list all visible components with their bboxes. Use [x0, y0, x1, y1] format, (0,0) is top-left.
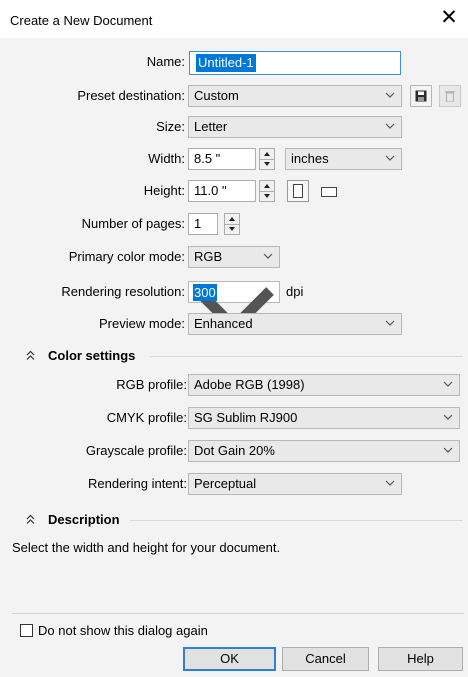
rendering-intent-select[interactable]: Perceptual	[188, 473, 402, 495]
chevron-down-icon	[385, 480, 395, 486]
rendering-intent-value: Perceptual	[194, 476, 257, 491]
cmyk-profile-label: CMYK profile:	[106, 410, 187, 425]
name-label: Name:	[146, 54, 185, 69]
width-spinner[interactable]	[259, 148, 275, 170]
landscape-orientation-button[interactable]	[317, 180, 341, 202]
spin-down-icon[interactable]	[260, 191, 274, 201]
units-value: inches	[291, 151, 329, 166]
pages-input[interactable]: 1	[188, 213, 218, 235]
cmyk-profile-select[interactable]: SG Sublim RJ900	[188, 407, 460, 429]
pages-label: Number of pages:	[81, 216, 185, 231]
description-text: Select the width and height for your doc…	[12, 540, 281, 555]
chevron-down-icon	[385, 92, 395, 98]
save-preset-button[interactable]	[410, 85, 432, 107]
width-input[interactable]: 8.5 "	[188, 148, 256, 170]
cancel-button[interactable]: Cancel	[282, 647, 369, 671]
preview-mode-select[interactable]: Enhanced	[188, 313, 402, 335]
dont-show-again-option[interactable]: Do not show this dialog again	[20, 623, 240, 639]
chevron-down-icon	[443, 447, 453, 453]
resolution-combo[interactable]: 300	[188, 281, 280, 335]
rgb-profile-value: Adobe RGB (1998)	[194, 377, 305, 392]
description-header[interactable]: Description	[0, 510, 140, 530]
height-label: Height:	[143, 183, 185, 198]
size-select[interactable]: Letter	[188, 116, 402, 138]
chevron-down-icon	[385, 320, 395, 326]
resolution-label: Rendering resolution:	[61, 284, 185, 299]
name-input[interactable]: Untitled-1	[189, 51, 401, 75]
chevron-down-icon	[385, 123, 395, 129]
size-label: Size:	[156, 119, 185, 134]
delete-preset-icon	[445, 91, 455, 102]
chevron-down-icon	[385, 155, 395, 161]
units-select[interactable]: inches	[285, 148, 402, 170]
color-mode-value: RGB	[194, 249, 223, 264]
collapse-section-icon	[26, 350, 35, 360]
spin-down-icon[interactable]	[225, 224, 239, 234]
preset-destination-value: Custom	[194, 88, 239, 103]
pages-value: 1	[194, 216, 202, 231]
preset-destination-select[interactable]: Custom	[188, 85, 402, 107]
preset-destination-label: Preset destination:	[77, 88, 185, 103]
height-input[interactable]: 11.0 "	[188, 180, 256, 202]
portrait-orientation-button[interactable]	[287, 180, 309, 202]
description-title: Description	[48, 512, 120, 527]
grayscale-profile-label: Grayscale profile:	[85, 443, 187, 458]
height-value: 11.0 "	[194, 183, 227, 198]
rgb-profile-label: RGB profile:	[116, 377, 187, 392]
title-bar: Create a New Document ✕	[0, 0, 468, 38]
size-value: Letter	[194, 119, 228, 134]
height-spinner[interactable]	[259, 180, 275, 202]
preview-mode-value: Enhanced	[194, 316, 253, 331]
grayscale-profile-select[interactable]: Dot Gain 20%	[188, 440, 460, 462]
preview-mode-label: Preview mode:	[99, 316, 185, 331]
section-divider	[150, 356, 463, 357]
color-settings-title: Color settings	[48, 348, 136, 363]
save-preset-icon	[415, 90, 427, 102]
ok-button[interactable]: OK	[183, 647, 276, 671]
landscape-icon	[321, 187, 337, 197]
chevron-down-icon	[263, 253, 273, 259]
resolution-unit: dpi	[286, 284, 304, 299]
cmyk-profile-value: SG Sublim RJ900	[194, 410, 298, 425]
help-button[interactable]: Help	[378, 647, 463, 671]
collapse-section-icon	[26, 514, 35, 524]
chevron-down-icon	[443, 381, 453, 387]
resolution-value: 300	[193, 284, 217, 301]
name-value: Untitled-1	[196, 54, 256, 72]
grayscale-profile-value: Dot Gain 20%	[194, 443, 275, 458]
portrait-icon	[293, 184, 303, 198]
close-icon[interactable]: ✕	[438, 5, 460, 31]
color-settings-header[interactable]: Color settings	[0, 346, 150, 366]
dont-show-again-label: Do not show this dialog again	[38, 623, 208, 638]
pages-spinner[interactable]	[224, 213, 240, 235]
color-mode-select[interactable]: RGB	[188, 246, 280, 268]
dialog-title: Create a New Document	[10, 13, 153, 28]
spin-down-icon[interactable]	[260, 159, 274, 169]
section-divider	[130, 520, 463, 521]
checkbox-icon[interactable]	[20, 624, 33, 637]
footer-divider	[12, 613, 464, 614]
width-value: 8.5 "	[194, 151, 221, 166]
color-mode-label: Primary color mode:	[68, 249, 185, 264]
chevron-down-icon	[443, 414, 453, 420]
delete-preset-button[interactable]	[439, 85, 461, 107]
rgb-profile-select[interactable]: Adobe RGB (1998)	[188, 374, 460, 396]
width-label: Width:	[148, 151, 185, 166]
rendering-intent-label: Rendering intent:	[87, 476, 187, 491]
